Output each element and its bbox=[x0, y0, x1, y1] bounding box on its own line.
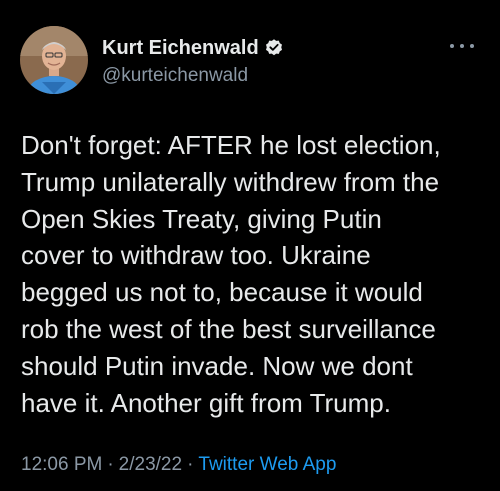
tweet-meta: 12:06 PM · 2/23/22 · Twitter Web App bbox=[21, 454, 336, 476]
meta-separator: · bbox=[107, 454, 114, 475]
more-dot bbox=[460, 44, 464, 48]
author-block: Kurt Eichenwald @kurteichenwald bbox=[102, 35, 284, 87]
tweet-text: Don't forget: AFTER he lost election, Tr… bbox=[21, 127, 491, 421]
handle[interactable]: @kurteichenwald bbox=[102, 65, 284, 87]
name-row: Kurt Eichenwald bbox=[102, 35, 284, 61]
tweet-source-link[interactable]: Twitter Web App bbox=[198, 454, 336, 476]
meta-separator: · bbox=[187, 454, 194, 475]
tweet-line: cover to withdraw too. Ukraine bbox=[21, 240, 371, 271]
verified-badge-icon bbox=[264, 38, 284, 58]
more-dot bbox=[450, 44, 454, 48]
tweet: Kurt Eichenwald @kurteichenwald Don't fo… bbox=[0, 0, 500, 491]
tweet-line: Open Skies Treaty, giving Putin bbox=[21, 203, 382, 234]
tweet-line: Don't forget: AFTER he lost election, bbox=[21, 130, 441, 160]
tweet-line: have it. Another gift from Trump. bbox=[21, 387, 391, 418]
profile-photo-icon bbox=[20, 26, 88, 94]
display-name[interactable]: Kurt Eichenwald bbox=[102, 37, 259, 60]
tweet-line: rob the west of the best surveillance bbox=[21, 313, 436, 344]
tweet-date[interactable]: 2/23/22 bbox=[119, 454, 182, 476]
tweet-time[interactable]: 12:06 PM bbox=[21, 454, 102, 476]
more-dot bbox=[470, 44, 474, 48]
tweet-line: Trump unilaterally withdrew from the bbox=[21, 166, 440, 197]
tweet-line: should Putin invade. Now we dont bbox=[21, 350, 413, 381]
more-options-icon[interactable] bbox=[450, 36, 474, 56]
avatar[interactable] bbox=[20, 26, 88, 94]
tweet-line: begged us not to, because it would bbox=[21, 277, 423, 308]
